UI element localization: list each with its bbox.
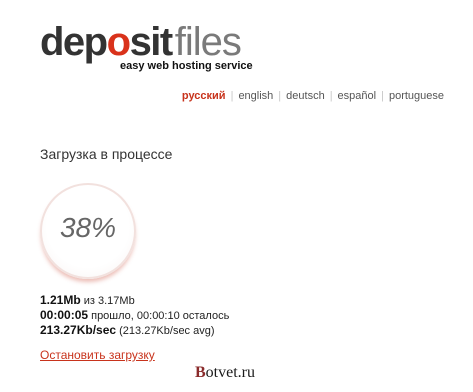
stop-download-link[interactable]: Остановить загрузку bbox=[40, 348, 155, 362]
progress-percent: 38% bbox=[59, 212, 117, 243]
lang-spanish[interactable]: español bbox=[333, 90, 382, 102]
page-title: Загрузка в процессе bbox=[40, 146, 173, 162]
lang-russian[interactable]: русский bbox=[177, 90, 231, 102]
logo-wordmark: depositfiles bbox=[40, 20, 242, 64]
elapsed-time: 00:00:05 bbox=[40, 308, 89, 322]
logo-deposit: deposit bbox=[40, 20, 173, 64]
current-speed: 213.27Kb/sec bbox=[40, 323, 117, 337]
depositfiles-logo[interactable]: depositfiles easy web hosting service bbox=[40, 20, 270, 72]
watermark: Botvet.ru bbox=[195, 364, 255, 381]
language-selector: русский | english | deutsch | español | portugue… bbox=[177, 90, 449, 102]
download-stats: 1.21Mb из 3.17Mb 00:00:05 прошло, 00:00:… bbox=[40, 293, 229, 338]
lang-portuguese[interactable]: portuguese bbox=[384, 90, 449, 102]
lang-english[interactable]: english bbox=[233, 90, 278, 102]
total-size: из 3.17Mb bbox=[83, 295, 135, 307]
logo-tagline: easy web hosting service bbox=[120, 60, 253, 72]
downloaded-size: 1.21Mb bbox=[40, 293, 81, 307]
average-speed: (213.27Kb/sec avg) bbox=[119, 325, 215, 337]
stat-downloaded: 1.21Mb из 3.17Mb bbox=[40, 293, 229, 308]
remaining-time: прошло, 00:00:10 осталось bbox=[91, 310, 230, 322]
logo-files: files bbox=[174, 20, 242, 64]
stat-time: 00:00:05 прошло, 00:00:10 осталось bbox=[40, 308, 229, 323]
lang-german[interactable]: deutsch bbox=[281, 90, 330, 102]
progress-indicator: 38% bbox=[40, 183, 136, 279]
stat-speed: 213.27Kb/sec (213.27Kb/sec avg) bbox=[40, 323, 229, 338]
